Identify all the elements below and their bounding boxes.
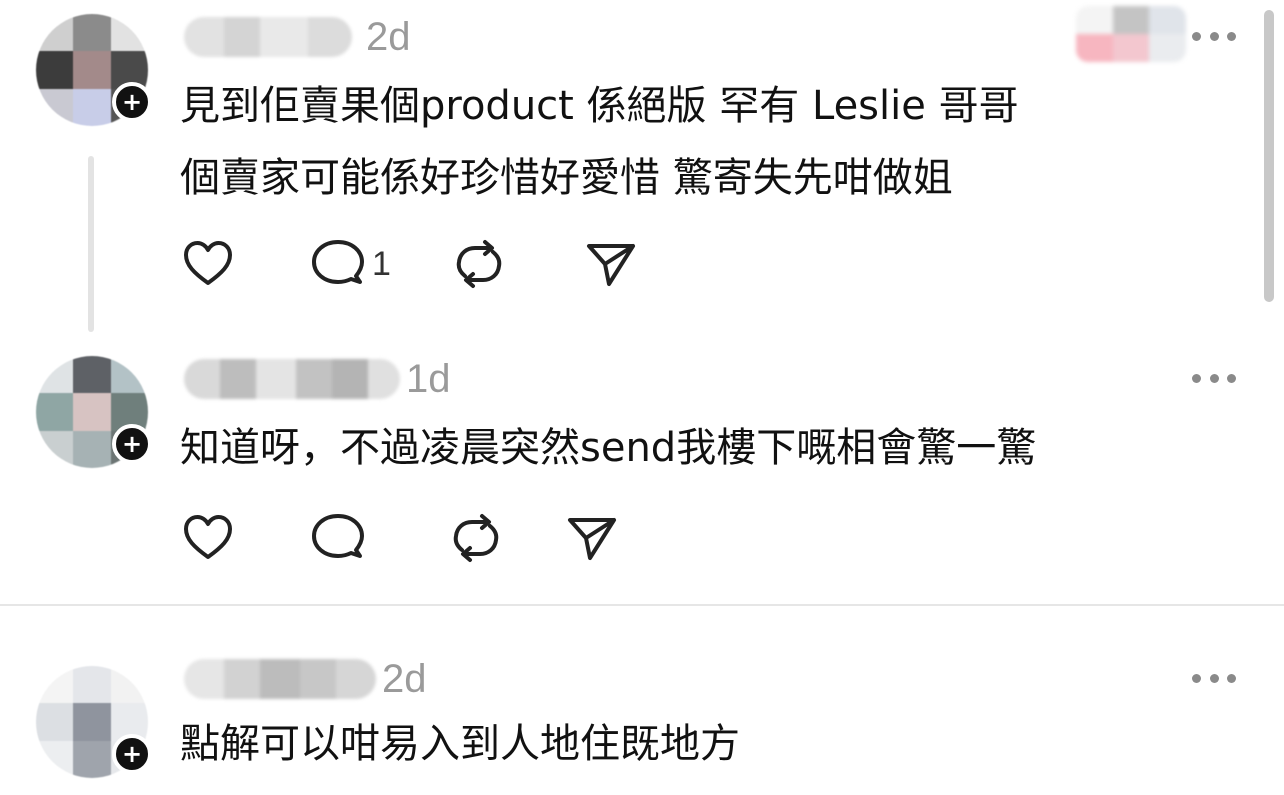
post-timestamp: 2d xyxy=(382,656,427,701)
more-dots-icon xyxy=(1192,373,1201,383)
like-button[interactable] xyxy=(180,236,236,292)
follow-plus-icon[interactable]: + xyxy=(112,82,152,122)
action-bar: 1 xyxy=(180,236,699,292)
reply-button[interactable] xyxy=(310,510,372,566)
repost-icon xyxy=(456,240,502,288)
avatar[interactable]: + xyxy=(36,666,152,778)
more-options-button[interactable] xyxy=(1192,368,1236,388)
thread-feed: + 2d 見到佢賣果個product 係絕版 罕有 Leslie 哥哥 個賣家可… xyxy=(0,0,1284,795)
follow-plus-icon[interactable]: + xyxy=(112,424,152,464)
post-timestamp: 1d xyxy=(406,356,451,401)
repost-button[interactable] xyxy=(448,510,504,566)
follow-plus-icon[interactable]: + xyxy=(112,734,152,774)
heart-icon xyxy=(184,241,232,285)
reply-button[interactable]: 1 xyxy=(310,236,391,292)
post-header: 2d xyxy=(184,654,427,704)
post-text: 見到佢賣果個product 係絕版 罕有 Leslie 哥哥 個賣家可能係好珍惜… xyxy=(180,83,1019,201)
avatar[interactable]: + xyxy=(36,14,152,126)
post-timestamp: 2d xyxy=(366,14,411,59)
more-dots-icon xyxy=(1192,673,1201,683)
like-button[interactable] xyxy=(180,510,236,566)
heart-icon xyxy=(184,515,232,559)
more-options-button[interactable] xyxy=(1192,668,1236,688)
paper-plane-icon xyxy=(568,518,616,560)
username-redacted[interactable] xyxy=(184,17,352,57)
repost-icon xyxy=(453,514,499,562)
comment-bubble-icon xyxy=(312,514,364,558)
share-button[interactable] xyxy=(583,236,639,292)
post-text: 點解可以咁易入到人地住既地方 xyxy=(180,721,740,767)
post-text: 知道呀，不過凌晨突然send我樓下嘅相會驚一驚 xyxy=(180,425,1037,471)
comment-bubble-icon xyxy=(312,240,364,284)
repost-button[interactable] xyxy=(451,236,507,292)
thread-divider xyxy=(0,604,1284,606)
more-options-button[interactable] xyxy=(1192,26,1236,46)
share-button[interactable] xyxy=(564,510,620,566)
scrollbar[interactable] xyxy=(1264,10,1274,302)
action-bar xyxy=(180,510,680,566)
username-redacted[interactable] xyxy=(184,659,376,699)
paper-plane-icon xyxy=(586,244,635,286)
post-header: 1d xyxy=(184,354,451,404)
reaction-redacted xyxy=(1076,6,1186,62)
avatar[interactable]: + xyxy=(36,356,152,468)
more-dots-icon xyxy=(1192,31,1201,41)
reply-count: 1 xyxy=(372,244,391,283)
post-header: 2d xyxy=(184,12,411,62)
username-redacted[interactable] xyxy=(184,359,400,399)
thread-connector-line xyxy=(88,156,94,332)
